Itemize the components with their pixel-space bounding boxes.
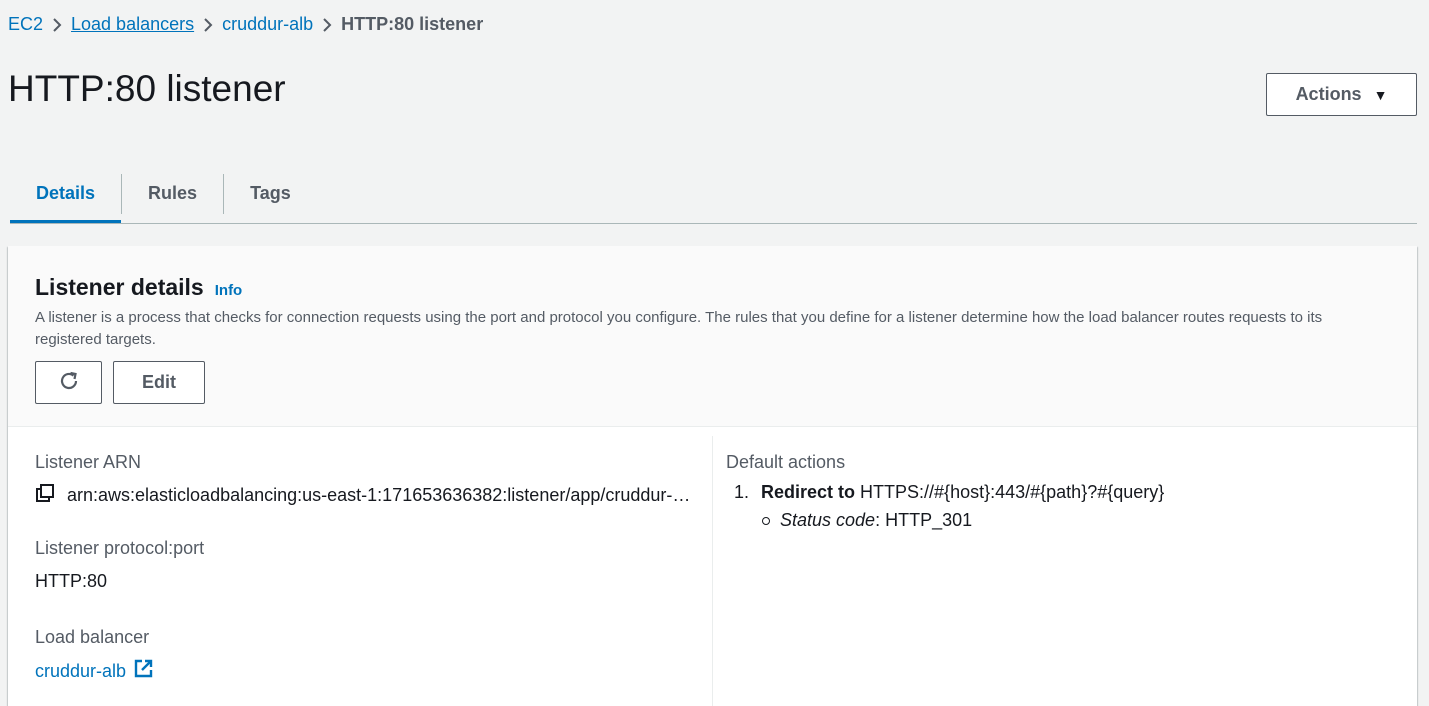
copy-icon[interactable]: [35, 483, 55, 508]
load-balancer-link[interactable]: cruddur-alb: [35, 659, 153, 683]
listener-arn-label: Listener ARN: [35, 452, 142, 472]
breadcrumb-load-balancers[interactable]: Load balancers: [71, 14, 194, 35]
panel-header: Listener details Info A listener is a pr…: [8, 246, 1417, 427]
panel-description: A listener is a process that checks for …: [35, 309, 1323, 348]
redirect-target: HTTPS://#{host}:443/#{path}?#{query}: [860, 482, 1165, 502]
tab-details[interactable]: Details: [10, 164, 122, 223]
listener-arn-value: arn:aws:elasticloadbalancing:us-east-1:1…: [67, 485, 695, 505]
status-code-value: HTTP_301: [885, 510, 973, 530]
default-actions-list: 1. Redirect to HTTPS://#{host}:443/#{pat…: [734, 482, 1164, 531]
status-code-label: Status code: [780, 510, 876, 530]
panel-title: Listener details: [35, 274, 204, 300]
actions-label: Actions: [1295, 84, 1362, 104]
breadcrumb-current: HTTP:80 listener: [341, 14, 484, 34]
info-link[interactable]: Info: [215, 282, 243, 299]
redirect-label: Redirect to: [761, 482, 856, 502]
chevron-right-icon: [194, 14, 222, 35]
list-item-number: 1.: [734, 482, 750, 502]
page-title: HTTP:80 listener: [8, 68, 286, 109]
column-divider: [712, 436, 713, 706]
status-code-item: Status code: HTTP_301: [762, 510, 1164, 531]
bullet-icon: [762, 516, 770, 525]
listener-protocol-label: Listener protocol:port: [35, 538, 205, 558]
caret-down-icon: ▼: [1373, 86, 1388, 103]
tab-rules[interactable]: Rules: [122, 164, 223, 222]
chevron-right-icon: [313, 14, 341, 35]
load-balancer-value: cruddur-alb: [35, 660, 127, 681]
chevron-right-icon: [43, 14, 71, 35]
breadcrumb-ec2[interactable]: EC2: [8, 14, 43, 35]
listener-protocol-value: HTTP:80: [35, 571, 108, 591]
tab-tags[interactable]: Tags: [224, 164, 317, 222]
default-actions-label: Default actions: [726, 452, 846, 472]
panel-title-row: Listener details Info: [35, 274, 242, 301]
breadcrumb: EC2 Load balancers cruddur-alb HTTP:80 l…: [8, 14, 483, 35]
listener-details-panel: Listener details Info A listener is a pr…: [8, 246, 1417, 706]
breadcrumb-cruddur-alb[interactable]: cruddur-alb: [222, 14, 313, 35]
actions-button[interactable]: Actions ▼: [1266, 73, 1417, 116]
listener-arn-row: arn:aws:elasticloadbalancing:us-east-1:1…: [35, 483, 700, 508]
external-link-icon: [134, 659, 153, 683]
refresh-button[interactable]: [35, 361, 102, 404]
list-item: 1. Redirect to HTTPS://#{host}:443/#{pat…: [734, 482, 1164, 503]
load-balancer-label: Load balancer: [35, 627, 150, 647]
edit-button[interactable]: Edit: [113, 361, 205, 404]
tab-bar: Details Rules Tags: [10, 164, 1417, 224]
refresh-icon: [58, 370, 80, 395]
